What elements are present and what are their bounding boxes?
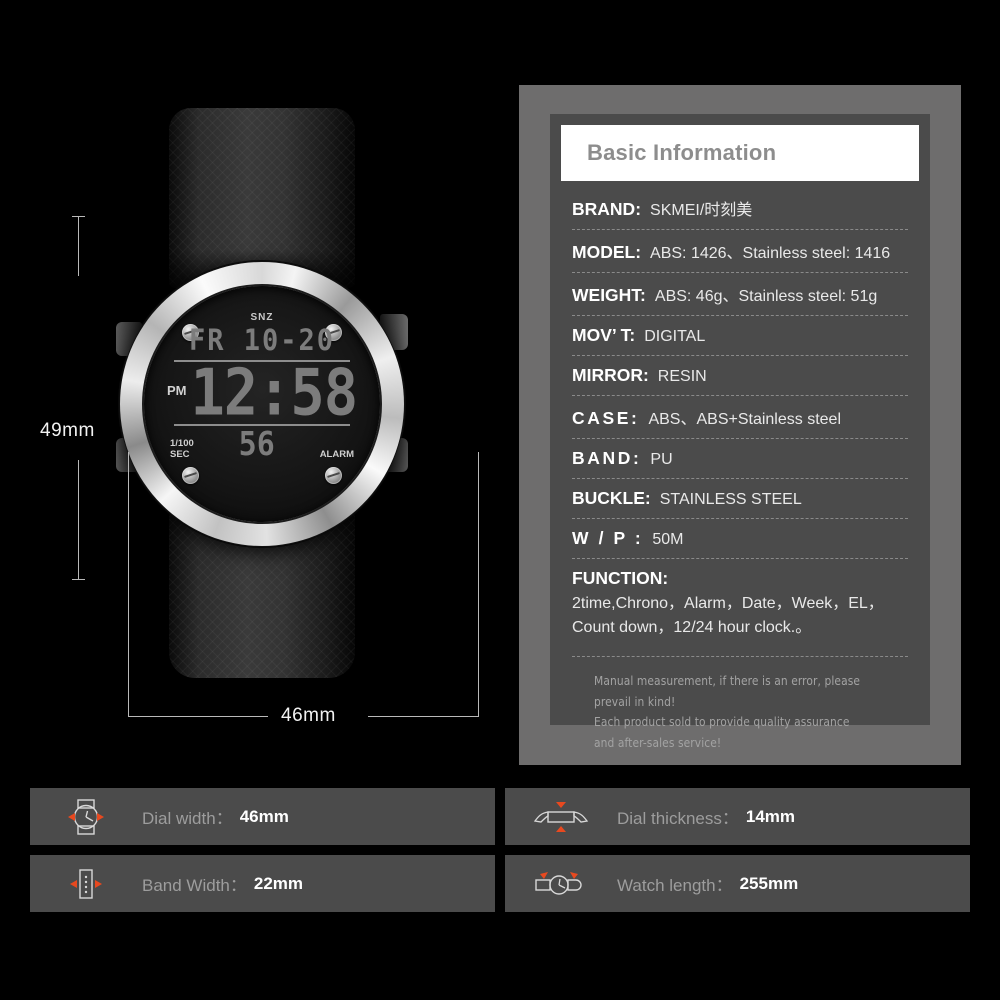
measurement-label: Dial thickness：	[617, 809, 739, 828]
width-dimension-line-left	[128, 452, 129, 717]
measurement-label: Band Width：	[142, 876, 247, 895]
measurement-label: Watch length：	[617, 876, 733, 895]
watch-length-icon	[505, 864, 617, 904]
spec-value: SKMEI/时刻美	[650, 202, 753, 219]
spec-key: BRAND:	[572, 199, 642, 219]
spec-row-band: BAND: PU	[572, 439, 908, 479]
watch-dial-face: SNZ FR 10-20 PM 12:58 1/100 SEC 56 ALARM	[144, 286, 380, 522]
width-dimension-line-inner-right	[368, 716, 479, 717]
height-dimension-cap-top	[72, 216, 85, 217]
lcd-date-row: FR 10-20	[188, 323, 336, 358]
measurement-bar-watch-length: Watch length： 255mm	[505, 855, 970, 912]
spec-value: ABS、ABS+Stainless steel	[648, 411, 841, 428]
spec-value: ABS: 1426、Stainless steel: 1416	[650, 245, 891, 262]
lcd-alarm-label: ALARM	[319, 448, 354, 460]
measurement-bar-row-1: Dial width： 46mm Dial thickness： 14mm	[30, 788, 970, 845]
lcd-display: SNZ FR 10-20 PM 12:58 1/100 SEC 56 ALARM	[164, 310, 360, 498]
height-dimension-cap-bottom	[72, 579, 85, 580]
watch-band-icon	[30, 864, 142, 904]
spec-key: BUCKLE:	[572, 488, 651, 508]
spec-key: FUNCTION:	[572, 568, 669, 588]
page-title: Basic Information	[587, 140, 777, 165]
watch-steel-bezel: SNZ FR 10-20 PM 12:58 1/100 SEC 56 ALARM	[120, 262, 404, 546]
lcd-precision-label: 1/100 SEC	[170, 438, 194, 460]
spec-row-movement: MOV’ T: DIGITAL	[572, 316, 908, 356]
spec-row-case: CASE: ABS、ABS+Stainless steel	[572, 396, 908, 439]
spec-value: 2time,Chrono，Alarm，Date，Week，EL，Count do…	[572, 595, 884, 636]
watch-product-photo: SNZ FR 10-20 PM 12:58 1/100 SEC 56 ALARM	[112, 108, 412, 678]
specification-panel-inner: Basic Information BRAND: SKMEI/时刻美 MODEL…	[550, 114, 930, 750]
spec-row-function: FUNCTION: 2time,Chrono，Alarm，Date，Week，E…	[572, 559, 908, 646]
height-dimension-line-lower	[78, 460, 79, 580]
spec-row-model: MODEL: ABS: 1426、Stainless steel: 1416	[572, 230, 908, 273]
disclaimer-line-1: Manual measurement, if there is an error…	[594, 673, 861, 709]
spec-key: CASE:	[572, 408, 640, 428]
spec-key: MOV’ T:	[572, 325, 636, 345]
lcd-ampm-indicator: PM	[166, 382, 187, 398]
specification-rows: BRAND: SKMEI/时刻美 MODEL: ABS: 1426、Stainl…	[550, 181, 930, 646]
measurement-value: 14mm	[745, 806, 796, 826]
spec-key: MIRROR:	[572, 365, 649, 385]
measurement-bar-band-width: Band Width： 22mm	[30, 855, 495, 912]
spec-key: MODEL:	[572, 242, 642, 262]
disclaimer-note: Manual measurement, if there is an error…	[572, 656, 908, 754]
measurement-value: 255mm	[739, 873, 799, 893]
product-image-area: SNZ FR 10-20 PM 12:58 1/100 SEC 56 ALARM…	[0, 0, 505, 770]
measurement-bar-row-2: Band Width： 22mm Watch length： 255mm	[30, 855, 970, 912]
spec-row-weight: WEIGHT: ABS: 46g、Stainless steel: 51g	[572, 273, 908, 316]
spec-key: BAND:	[572, 448, 642, 468]
spec-row-brand: BRAND: SKMEI/时刻美	[572, 187, 908, 230]
spec-row-mirror: MIRROR: RESIN	[572, 356, 908, 396]
lcd-seconds: 56	[238, 425, 275, 464]
watch-thickness-icon	[505, 797, 617, 837]
lcd-time-row: PM 12:58	[164, 361, 360, 425]
spec-value: STAINLESS STEEL	[659, 491, 802, 508]
measurement-label: Dial width：	[142, 809, 233, 828]
lcd-main-time: 12:58	[190, 356, 358, 430]
height-dimension-line-upper	[78, 216, 79, 276]
specification-title-bar: Basic Information	[561, 125, 919, 181]
width-dimension-label: 46mm	[281, 705, 336, 726]
spec-key: W / P :	[572, 528, 644, 548]
spec-value: DIGITAL	[644, 328, 706, 345]
disclaimer-line-2: Each product sold to provide quality ass…	[594, 714, 850, 750]
spec-value: RESIN	[657, 368, 707, 385]
spec-value: 50M	[652, 531, 684, 548]
specification-panel: Basic Information BRAND: SKMEI/时刻美 MODEL…	[519, 85, 961, 765]
watch-dial-icon	[30, 797, 142, 837]
spec-row-buckle: BUCKLE: STAINLESS STEEL	[572, 479, 908, 519]
measurement-bar-dial-width: Dial width： 46mm	[30, 788, 495, 845]
lcd-bottom-row: 1/100 SEC 56 ALARM	[164, 425, 360, 464]
width-dimension-line-right	[478, 452, 479, 717]
spec-value: PU	[650, 451, 673, 468]
lcd-snooze-indicator: SNZ	[250, 312, 274, 323]
spec-key: WEIGHT:	[572, 285, 646, 305]
measurement-value: 22mm	[253, 873, 304, 893]
spec-value: ABS: 46g、Stainless steel: 51g	[654, 288, 878, 305]
height-dimension-label: 49mm	[40, 420, 95, 441]
spec-row-water-resistance: W / P : 50M	[572, 519, 908, 559]
measurement-bar-dial-thickness: Dial thickness： 14mm	[505, 788, 970, 845]
measurement-bars: Dial width： 46mm Dial thickness： 14mm Ba…	[30, 788, 970, 922]
width-dimension-line-inner-left	[128, 716, 268, 717]
measurement-value: 46mm	[239, 806, 289, 826]
